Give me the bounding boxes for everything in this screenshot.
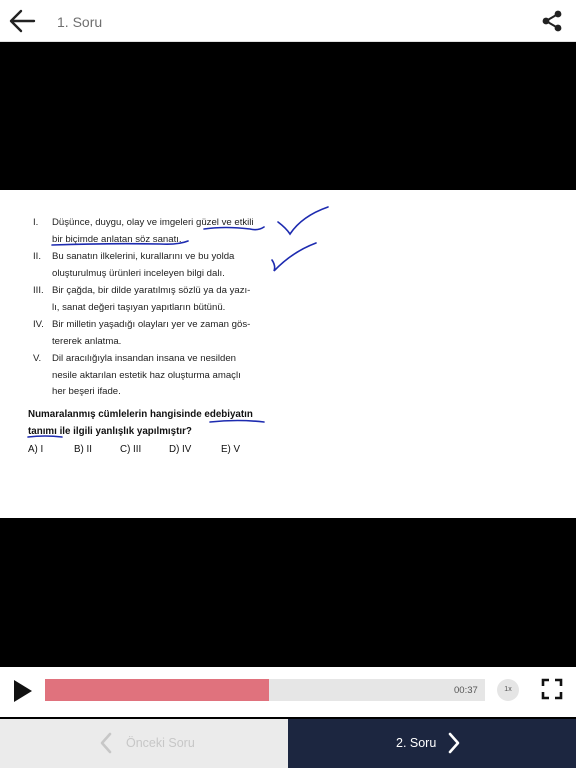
- choice-a: A) I: [28, 444, 44, 455]
- previous-question-button[interactable]: Önceki Soru: [0, 719, 288, 768]
- statement-text: Dil aracılığıyla insandan insana ve nesi…: [52, 353, 241, 397]
- choice-d: D) IV: [169, 444, 192, 455]
- progress-bar[interactable]: [45, 679, 485, 701]
- question-navigation: Önceki Soru 2. Soru: [0, 717, 576, 768]
- statement-number: I.: [33, 217, 39, 228]
- progress-fill: [45, 679, 270, 701]
- fullscreen-button[interactable]: [541, 678, 563, 700]
- next-question-label: 2. Soru: [396, 736, 437, 750]
- video-area-top: [0, 42, 576, 190]
- fullscreen-icon: [541, 678, 563, 700]
- statement-number: II.: [33, 251, 41, 262]
- statement-text: Bu sanatın ilkelerini, kurallarını ve bu…: [52, 251, 235, 279]
- play-icon: [14, 680, 32, 702]
- video-area-bottom: [0, 518, 576, 667]
- arrow-left-icon: [9, 9, 36, 33]
- top-bar: 1. Soru: [0, 0, 576, 42]
- share-icon: [542, 10, 562, 32]
- page-title: 1. Soru: [57, 14, 103, 30]
- statement-number: III.: [33, 285, 44, 296]
- question-stem: Numaralanmış cümlelerin hangisinde edebi…: [28, 409, 253, 437]
- choice-b: B) II: [74, 444, 92, 455]
- choice-e: E) V: [221, 444, 241, 455]
- previous-question-label: Önceki Soru: [126, 736, 195, 750]
- video-player-controls: 00:37 1x: [0, 667, 576, 717]
- next-question-button[interactable]: 2. Soru: [288, 719, 576, 768]
- statement-text: Bir milletin yaşadığı olayları yer ve za…: [52, 319, 251, 347]
- chevron-left-icon: [100, 732, 112, 754]
- statement-text: Düşünce, duygu, olay ve imgeleri güzel v…: [52, 217, 254, 245]
- playback-speed-button[interactable]: 1x: [497, 679, 519, 701]
- choice-c: C) III: [120, 444, 142, 455]
- chevron-right-icon: [448, 732, 460, 754]
- statement-number: V.: [33, 353, 42, 364]
- share-button[interactable]: [538, 7, 566, 35]
- statement-text: Bir çağda, bir dilde yaratılmış sözlü ya…: [52, 285, 251, 313]
- statement-number: IV.: [33, 319, 44, 330]
- play-button[interactable]: [12, 678, 34, 704]
- playback-time: 00:37: [454, 685, 478, 696]
- back-button[interactable]: [6, 6, 38, 36]
